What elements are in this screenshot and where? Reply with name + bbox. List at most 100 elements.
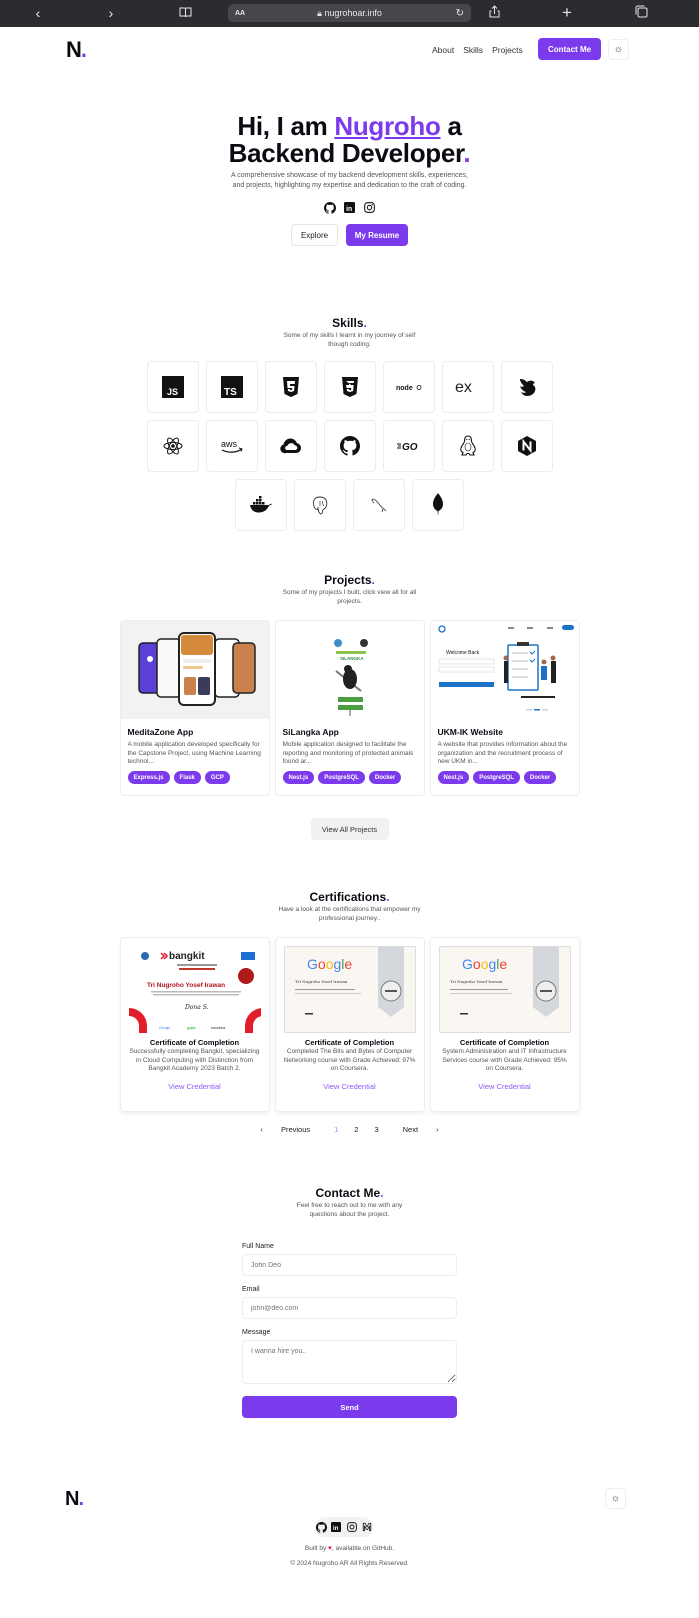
chevron-right-icon: › bbox=[434, 1125, 439, 1134]
footer-logo[interactable]: N. bbox=[65, 1488, 84, 1511]
project-card[interactable]: Welcome Back UKM-IK Website A website th… bbox=[429, 620, 580, 796]
tabs-icon[interactable] bbox=[632, 4, 650, 22]
contact-me-button[interactable]: Contact Me bbox=[538, 38, 601, 60]
react-icon bbox=[163, 437, 182, 455]
skill-aws[interactable]: aws bbox=[205, 420, 258, 472]
view-credential-link[interactable]: View Credential bbox=[439, 1082, 571, 1091]
skill-go[interactable]: GO bbox=[382, 420, 435, 472]
page-1-button[interactable]: 1 bbox=[326, 1125, 346, 1134]
page-2-button[interactable]: 2 bbox=[346, 1125, 366, 1134]
email-input[interactable] bbox=[242, 1297, 457, 1319]
footer-theme-toggle-button[interactable]: ☼ bbox=[605, 1488, 626, 1509]
project-description: Mobile application designed to facilitat… bbox=[282, 741, 414, 765]
linkedin-icon[interactable]: in bbox=[330, 1521, 342, 1534]
view-credential-link[interactable]: View Credential bbox=[284, 1082, 416, 1091]
hero-description: A comprehensive showcase of my backend d… bbox=[231, 172, 468, 189]
email-label: Email bbox=[242, 1286, 260, 1293]
skill-github[interactable] bbox=[323, 420, 376, 472]
skill-javascript[interactable]: JS bbox=[146, 361, 199, 413]
project-tag: PostgreSQL bbox=[318, 771, 365, 784]
hero-heading: Hi, I am Nugroho a Backend Developer. bbox=[228, 111, 471, 168]
svg-text:Google: Google bbox=[307, 956, 352, 972]
skill-docker[interactable] bbox=[235, 479, 287, 531]
send-button[interactable]: Send bbox=[242, 1396, 457, 1418]
svg-text:in: in bbox=[333, 1525, 339, 1532]
skill-react[interactable] bbox=[146, 420, 199, 472]
postgresql-icon bbox=[312, 496, 328, 515]
svg-text:SILANGKA: SILANGKA bbox=[340, 656, 364, 661]
page-3-button[interactable]: 3 bbox=[366, 1125, 386, 1134]
back-icon[interactable]: ‹ bbox=[29, 4, 47, 22]
nodejs-icon: node bbox=[396, 385, 421, 391]
medium-icon[interactable] bbox=[361, 1521, 373, 1534]
sun-icon: ☼ bbox=[610, 1493, 621, 1504]
projects-title: Projects. bbox=[324, 573, 375, 587]
mongodb-icon bbox=[433, 493, 443, 516]
full-name-input[interactable] bbox=[242, 1254, 457, 1276]
linkedin-icon[interactable]: in bbox=[343, 201, 356, 214]
my-resume-button[interactable]: My Resume bbox=[346, 224, 408, 246]
footer: N. ☼ in Built by ♥, available on GitHub.… bbox=[0, 1488, 699, 1618]
reload-icon[interactable]: ↻ bbox=[456, 8, 464, 19]
pagination: ‹ Previous 1 2 3 Next › bbox=[0, 1125, 699, 1134]
certificate-description: Successfully completing Bangkit, special… bbox=[129, 1048, 260, 1072]
message-textarea[interactable] bbox=[242, 1340, 457, 1384]
forward-icon[interactable]: › bbox=[102, 4, 120, 22]
nav-link-skills[interactable]: Skills bbox=[463, 45, 483, 55]
instagram-icon[interactable] bbox=[346, 1521, 358, 1534]
skill-html5[interactable] bbox=[264, 361, 317, 413]
skill-google-cloud[interactable] bbox=[264, 420, 317, 472]
next-page-button[interactable]: Next › bbox=[387, 1125, 455, 1134]
address-bar[interactable]: AA 🔒︎ nugrohoar.info ↻ bbox=[228, 4, 471, 22]
project-tag: PostgreSQL bbox=[473, 771, 520, 784]
certifications-grid: bangkit Tri Nugroho Yosef Irawan Dona S.… bbox=[119, 937, 580, 1112]
svg-text:bangkit: bangkit bbox=[169, 951, 205, 962]
skill-css3[interactable] bbox=[323, 361, 376, 413]
project-image-silangka: SILANGKA bbox=[275, 621, 424, 719]
view-credential-link[interactable]: View Credential bbox=[129, 1082, 261, 1091]
theme-toggle-button[interactable]: ☼ bbox=[608, 39, 629, 60]
project-card[interactable]: MeditaZone App A mobile application deve… bbox=[119, 620, 270, 796]
new-tab-icon[interactable]: + bbox=[558, 4, 576, 22]
project-tag: Express.js bbox=[127, 771, 170, 784]
share-icon[interactable] bbox=[485, 4, 503, 22]
linux-icon bbox=[459, 435, 476, 456]
hero-section: Hi, I am Nugroho a Backend Developer. A … bbox=[0, 73, 699, 246]
previous-page-button[interactable]: ‹ Previous bbox=[244, 1125, 326, 1134]
skill-express[interactable]: ex bbox=[441, 361, 494, 413]
projects-grid: MeditaZone App A mobile application deve… bbox=[119, 620, 580, 796]
github-icon[interactable] bbox=[323, 201, 336, 214]
browser-toolbar: ‹ › AA 🔒︎ nugrohoar.info ↻ + bbox=[0, 0, 699, 27]
bookmarks-icon[interactable] bbox=[176, 4, 194, 22]
view-all-projects-button[interactable]: View All Projects bbox=[310, 818, 389, 840]
explore-button[interactable]: Explore bbox=[291, 224, 338, 246]
certificate-card: bangkit Tri Nugroho Yosef Irawan Dona S.… bbox=[119, 937, 270, 1112]
svg-text:Google: Google bbox=[159, 1026, 170, 1030]
css3-icon bbox=[341, 377, 358, 397]
project-card[interactable]: SILANGKA SiLangka App Mobile application… bbox=[274, 620, 425, 796]
skill-typescript[interactable]: TS bbox=[205, 361, 258, 413]
copyright-text: © 2024 Nugroho AR All Rights Reserved. bbox=[290, 1560, 409, 1567]
project-description: A mobile application developed specifica… bbox=[127, 741, 261, 765]
project-tag: Nest.js bbox=[437, 771, 470, 784]
skill-mongodb[interactable] bbox=[412, 479, 464, 531]
certificate-title: Certificate of Completion bbox=[304, 1038, 395, 1047]
skill-linux[interactable] bbox=[441, 420, 494, 472]
message-label: Message bbox=[242, 1329, 271, 1336]
instagram-icon[interactable] bbox=[363, 201, 376, 214]
github-icon[interactable] bbox=[315, 1521, 327, 1534]
skill-nodejs[interactable]: node bbox=[382, 361, 435, 413]
skill-nestjs[interactable] bbox=[500, 361, 553, 413]
express-icon: ex bbox=[455, 379, 472, 395]
contact-form: Full Name Email Message Send bbox=[242, 1243, 457, 1418]
nav-link-projects[interactable]: Projects bbox=[492, 45, 523, 55]
aws-icon: aws bbox=[221, 439, 243, 453]
nav-link-about[interactable]: About bbox=[432, 45, 454, 55]
logo[interactable]: N. bbox=[66, 37, 87, 63]
skill-postgresql[interactable] bbox=[294, 479, 346, 531]
chevron-left-icon: ‹ bbox=[260, 1125, 265, 1134]
skill-nginx[interactable] bbox=[500, 420, 553, 472]
skill-mysql[interactable] bbox=[353, 479, 405, 531]
skills-title: Skills. bbox=[332, 316, 367, 330]
project-image-ukm-ik: Welcome Back bbox=[430, 621, 579, 719]
